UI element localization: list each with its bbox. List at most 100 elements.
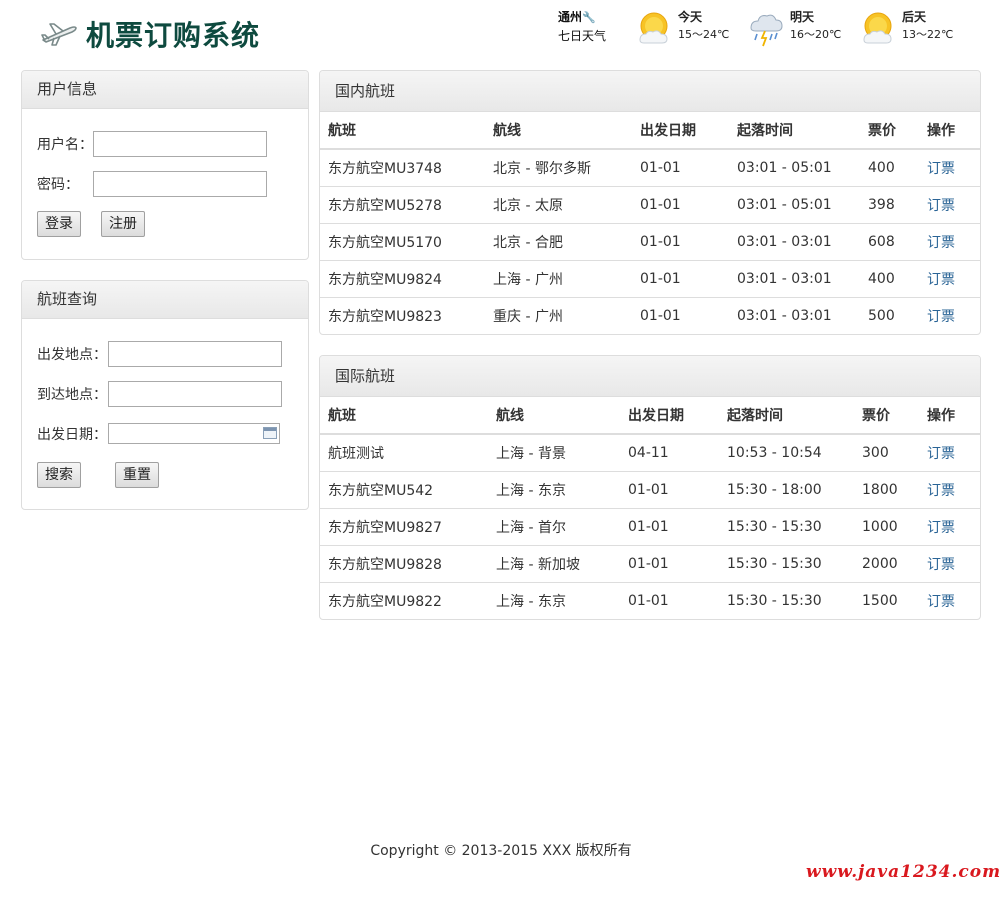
route-cell: 北京 - 鄂尔多斯 (493, 160, 591, 177)
flight-cell: 航班测试 (328, 445, 384, 462)
route-cell: 上海 - 广州 (485, 259, 632, 297)
date-cell: 01-01 (640, 159, 681, 176)
weather-subtitle: 七日天气 (558, 29, 607, 43)
watermark: www.java1234.com (806, 862, 1002, 882)
date-picker[interactable] (108, 423, 280, 444)
action-cell: 订票 (919, 149, 980, 186)
login-button[interactable]: 登录 (37, 211, 81, 237)
username-input[interactable] (93, 131, 267, 157)
date-cell: 01-01 (632, 222, 729, 260)
search-button[interactable]: 搜索 (37, 462, 81, 488)
column-header: 航班 (320, 112, 485, 150)
book-link[interactable]: 订票 (927, 198, 955, 214)
price-cell: 2000 (854, 544, 919, 582)
column-header: 起落时间 (719, 397, 854, 435)
column-header: 票价 (860, 112, 919, 150)
price-cell: 398 (860, 185, 919, 223)
column-header: 票价 (854, 397, 919, 435)
table-row: 东方航空MU9824 上海 - 广州 01-01 03:01 - 03:01 4… (320, 259, 980, 297)
date-cell: 01-01 (620, 544, 719, 582)
weather-location[interactable]: 通州🔧 七日天气 (558, 8, 634, 45)
date-cell: 01-01 (620, 470, 719, 508)
date-row: 出发日期： (37, 423, 280, 444)
to-label: 到达地点： (37, 387, 107, 403)
book-link[interactable]: 订票 (927, 161, 955, 177)
to-row: 到达地点： (37, 381, 282, 407)
time-cell: 03:01 - 05:01 (737, 159, 832, 176)
user-info-panel: 用户信息 用户名： 密码： 登录 注册 (21, 70, 309, 260)
from-input[interactable] (108, 341, 282, 367)
book-link[interactable]: 订票 (927, 235, 955, 251)
weather-day-name: 今天 (678, 10, 703, 24)
column-header: 航线 (485, 112, 632, 150)
reset-button[interactable]: 重置 (115, 462, 159, 488)
time-cell: 15:30 - 15:30 (719, 507, 854, 545)
table-row: 东方航空MU5278 北京 - 太原 01-01 03:01 - 05:01 3… (320, 185, 980, 223)
time-cell: 15:30 - 18:00 (719, 470, 854, 508)
password-input[interactable] (93, 171, 267, 197)
flight-cell: 东方航空MU9827 (320, 507, 488, 545)
site-title: 机票订购系统 (86, 19, 261, 52)
weather-tomorrow: 明天 16～20℃ (746, 8, 858, 48)
table-row: 东方航空MU542 上海 - 东京 01-01 15:30 - 18:00 18… (320, 470, 980, 508)
weather-city: 通州 (558, 10, 583, 24)
page-header: 机票订购系统 通州🔧 七日天气 今天 15～24℃ 明天 16～20℃ 后天 1… (0, 0, 1002, 62)
price-cell: 400 (868, 159, 895, 176)
flight-cell: 东方航空MU5170 (320, 222, 485, 260)
international-heading: 国际航班 (320, 356, 980, 397)
action-cell: 订票 (919, 185, 980, 223)
flight-search-panel: 航班查询 出发地点： 到达地点： 出发日期： 搜索 重置 (21, 280, 309, 510)
time-cell: 03:01 - 03:01 (729, 222, 860, 260)
action-cell: 订票 (919, 507, 980, 545)
column-header: 出发日期 (632, 112, 729, 150)
route-cell: 北京 - 太原 (485, 185, 632, 223)
route-cell: 上海 - 东京 (488, 581, 620, 619)
table-header-row: 航班 航线 出发日期 起落时间 票价 操作 (320, 397, 980, 435)
weather-temp-range: 16～20℃ (790, 28, 842, 41)
time-cell: 10:53 - 10:54 (727, 444, 822, 461)
flight-cell: 东方航空MU9824 (320, 259, 485, 297)
wrench-icon: 🔧 (582, 11, 596, 24)
weather-widget[interactable]: 通州🔧 七日天气 今天 15～24℃ 明天 16～20℃ 后天 13～22℃ (558, 8, 970, 52)
book-link[interactable]: 订票 (927, 483, 955, 499)
route-cell: 重庆 - 广州 (485, 296, 632, 334)
weather-temp-range: 13～22℃ (902, 28, 954, 41)
flight-cell: 东方航空MU9822 (320, 581, 488, 619)
table-row: 东方航空MU9823 重庆 - 广州 01-01 03:01 - 03:01 5… (320, 296, 980, 334)
action-cell: 订票 (919, 296, 980, 334)
action-cell: 订票 (919, 259, 980, 297)
calendar-icon[interactable] (263, 427, 277, 439)
international-flights-table: 航班 航线 出发日期 起落时间 票价 操作 航班测试 上海 - 背景 04-11… (320, 397, 980, 619)
to-input[interactable] (108, 381, 282, 407)
column-header: 操作 (919, 397, 980, 435)
time-cell: 03:01 - 03:01 (729, 296, 860, 334)
date-input[interactable] (108, 423, 280, 444)
weather-today: 今天 15～24℃ (634, 8, 746, 48)
action-cell: 订票 (919, 581, 980, 619)
flight-cell: 东方航空MU9823 (320, 296, 485, 334)
price-cell: 500 (860, 296, 919, 334)
action-cell: 订票 (919, 222, 980, 260)
sunny-cloudy-icon (863, 12, 892, 44)
footer-copyright: Copyright © 2013-2015 XXX 版权所有 (370, 843, 632, 859)
register-button[interactable]: 注册 (101, 211, 145, 237)
book-link[interactable]: 订票 (927, 309, 955, 325)
domestic-flights-panel: 国内航班 航班 航线 出发日期 起落时间 票价 操作 东方航空MU3748 北京… (319, 70, 981, 335)
book-link[interactable]: 订票 (927, 272, 955, 288)
from-row: 出发地点： (37, 341, 282, 367)
book-link[interactable]: 订票 (927, 520, 955, 536)
book-link[interactable]: 订票 (927, 446, 955, 462)
table-row: 东方航空MU9822 上海 - 东京 01-01 15:30 - 15:30 1… (320, 581, 980, 619)
price-cell: 1800 (854, 470, 919, 508)
book-link[interactable]: 订票 (927, 594, 955, 610)
time-cell: 03:01 - 03:01 (729, 259, 860, 297)
password-label: 密码： (37, 177, 79, 193)
from-label: 出发地点： (37, 347, 107, 363)
user-info-heading: 用户信息 (22, 71, 308, 109)
airplane-icon (41, 23, 77, 46)
action-cell: 订票 (919, 470, 980, 508)
route-cell: 北京 - 合肥 (485, 222, 632, 260)
flight-search-heading: 航班查询 (22, 281, 308, 319)
book-link[interactable]: 订票 (927, 557, 955, 573)
table-row: 东方航空MU5170 北京 - 合肥 01-01 03:01 - 03:01 6… (320, 222, 980, 260)
